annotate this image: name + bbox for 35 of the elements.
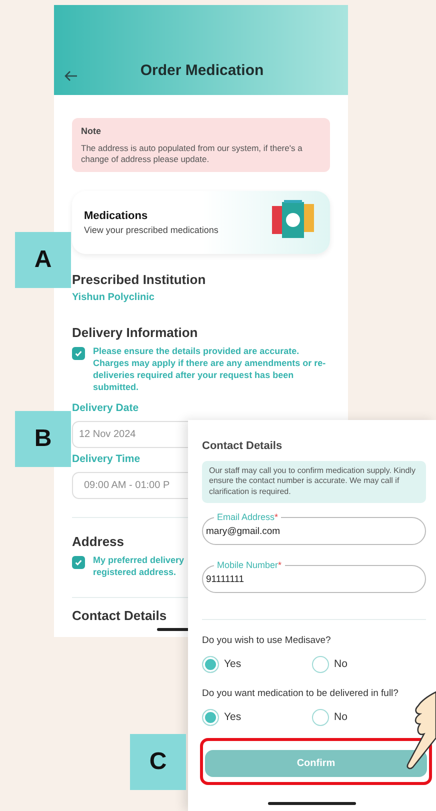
field-label: Delivery Date — [72, 401, 140, 416]
radio-button[interactable] — [202, 656, 219, 674]
back-icon[interactable] — [64, 70, 78, 82]
institution-name: Yishun Polyclinic — [72, 290, 156, 305]
option-label: No — [334, 656, 348, 672]
checkmark-icon — [74, 558, 83, 568]
radio-button[interactable] — [202, 709, 219, 726]
section-heading: Contact Details — [202, 439, 284, 454]
section-heading: Prescribed Institution — [72, 271, 207, 290]
radio-button[interactable] — [312, 656, 329, 674]
question-text: Do you want medication to be delivered in full? — [202, 687, 400, 702]
radio-button[interactable] — [312, 709, 329, 726]
section-heading: Contact Details — [72, 606, 168, 625]
field-label: Delivery Time — [72, 452, 142, 467]
checkbox[interactable] — [72, 347, 85, 360]
note-text: The address is auto populated from our system, if there's a change of address please update. — [81, 142, 304, 166]
screen-title: Order Medication — [139, 60, 265, 80]
hand-pointer-icon — [404, 690, 436, 770]
option-label: Yes — [224, 710, 242, 726]
option-label: No — [334, 710, 348, 726]
medications-card[interactable]: Medications View your prescribed medications — [72, 191, 330, 254]
info-note: Our staff may call you to confirm medication supply. Kindly ensure the contact number is accurate. We may call if clarification is required. — [202, 460, 426, 503]
step-label: B — [15, 411, 71, 467]
address-preference-text: My preferred delivery registered address. — [93, 555, 186, 579]
acknowledgement-text: Please ensure the details provided are accurate. Charges may apply if there are any amendments or re-deliveries required after your request has been submitted. — [93, 346, 327, 394]
checkbox[interactable] — [72, 556, 85, 570]
question-text: Do you wish to use Medisave? — [202, 634, 332, 648]
note-title: Note — [81, 125, 102, 138]
section-heading: Delivery Information — [72, 324, 199, 342]
checkmark-icon — [74, 349, 83, 358]
step-label: C — [130, 734, 186, 790]
card-title: Medications — [84, 208, 149, 224]
option-label: Yes — [224, 656, 242, 672]
card-subtitle: View your prescribed medications — [84, 224, 220, 238]
step-label: A — [15, 232, 71, 288]
